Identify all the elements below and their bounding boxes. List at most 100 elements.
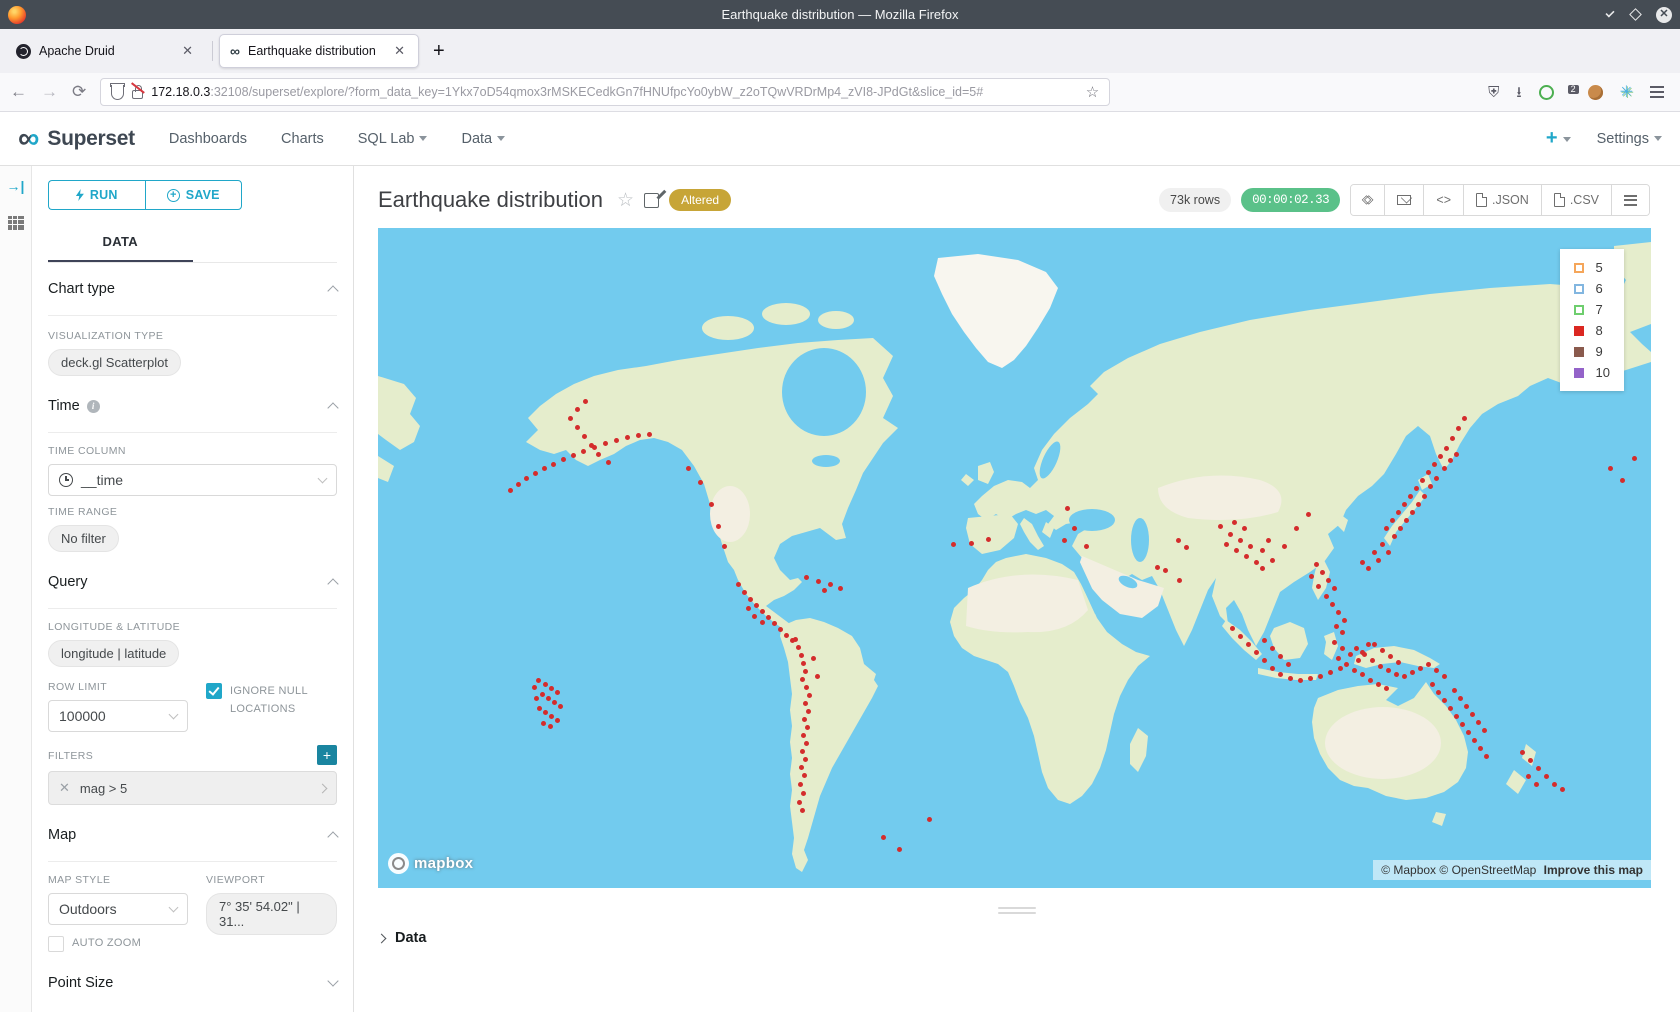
more-options-button[interactable] [1612,185,1649,215]
earthquake-point[interactable] [1309,574,1314,579]
earthquake-point[interactable] [801,733,806,738]
earthquake-point[interactable] [815,674,820,679]
earthquake-point[interactable] [1366,642,1371,647]
share-link-button[interactable]: ⧉ [1351,185,1385,215]
earthquake-point[interactable] [1472,738,1477,743]
viewport-pill[interactable]: 7° 35' 54.02" | 31... [206,893,337,935]
earthquake-point[interactable] [1428,484,1433,489]
edit-properties-icon[interactable] [644,193,659,208]
earthquake-point[interactable] [1318,674,1323,679]
attribution-osm[interactable]: © OpenStreetMap [1439,863,1536,877]
earthquake-point[interactable] [1242,526,1247,531]
tab-apache-druid[interactable]: Apache Druid ✕ [6,34,206,68]
earthquake-point[interactable] [1396,510,1401,515]
earthquake-point[interactable] [1334,624,1339,629]
earthquake-point[interactable] [1422,494,1427,499]
nav-item-dashboards[interactable]: Dashboards [169,131,247,147]
earthquake-point[interactable] [807,693,812,698]
earthquake-point[interactable] [1254,560,1259,565]
earthquake-point[interactable] [1454,714,1459,719]
earthquake-point[interactable] [1450,436,1455,441]
earthquake-point[interactable] [532,685,537,690]
earthquake-point[interactable] [897,847,902,852]
earthquake-point[interactable] [797,800,802,805]
earthquake-point[interactable] [536,678,541,683]
earthquake-point[interactable] [1072,526,1077,531]
row-limit-select[interactable]: 100000 [48,700,188,732]
earthquake-point[interactable] [760,620,765,625]
earthquake-point[interactable] [1526,774,1531,779]
earthquake-point[interactable] [575,425,580,430]
section-header[interactable]: Map [48,827,337,857]
earthquake-point[interactable] [1270,666,1275,671]
earthquake-point[interactable] [546,696,551,701]
earthquake-point[interactable] [1320,570,1325,575]
earthquake-point[interactable] [533,471,538,476]
earthquake-point[interactable] [1426,662,1431,667]
section-header[interactable]: Chart type [48,281,337,311]
menu-icon[interactable] [1650,86,1664,98]
earthquake-point[interactable] [742,590,747,595]
earthquake-point[interactable] [1520,750,1525,755]
attribution-mapbox[interactable]: © Mapbox [1381,863,1436,877]
earthquake-point[interactable] [1176,538,1181,543]
earthquake-point[interactable] [1262,658,1267,663]
earthquake-point[interactable] [1528,758,1533,763]
earthquake-point[interactable] [1432,462,1437,467]
cookie-extension-icon[interactable] [1588,85,1603,100]
attribution-improve[interactable]: Improve this map [1544,863,1643,877]
earthquake-point[interactable] [647,432,652,437]
earthquake-point[interactable] [1360,672,1365,677]
maximize-icon[interactable] [1629,8,1642,21]
earthquake-point[interactable] [798,782,803,787]
earthquake-point[interactable] [636,433,641,438]
tab-data[interactable]: DATA [48,224,193,262]
earthquake-point[interactable] [828,582,833,587]
earthquake-point[interactable] [575,407,580,412]
earthquake-point[interactable] [1534,782,1539,787]
earthquake-point[interactable] [1270,558,1275,563]
data-collapse-row[interactable]: Data [378,930,1656,946]
earthquake-point[interactable] [1336,610,1341,615]
earthquake-point[interactable] [1442,674,1447,679]
section-header[interactable]: Point Size [48,975,337,1005]
earthquake-point[interactable] [1386,668,1391,673]
legend-item[interactable]: 7 [1574,302,1610,317]
earthquake-point[interactable] [1476,720,1481,725]
earthquake-point[interactable] [1436,690,1441,695]
earthquake-point[interactable] [1410,670,1415,675]
earthquake-point[interactable] [1278,672,1283,677]
expand-datasource-icon[interactable]: →| [7,178,25,194]
earthquake-point[interactable] [1294,526,1299,531]
earthquake-point[interactable] [804,685,809,690]
favorite-star-icon[interactable]: ☆ [617,189,634,212]
earthquake-point[interactable] [1462,416,1467,421]
earthquake-point[interactable] [508,488,513,493]
earthquake-point[interactable] [799,765,804,770]
earthquake-point[interactable] [1464,704,1469,709]
earthquake-point[interactable] [1328,670,1333,675]
earthquake-point[interactable] [1384,526,1389,531]
close-icon[interactable]: ✕ [1656,7,1672,23]
earthquake-point[interactable] [1482,728,1487,733]
earthquake-point[interactable] [881,835,886,840]
earthquake-point[interactable] [1370,658,1375,663]
earthquake-point[interactable] [1386,550,1391,555]
legend-item[interactable]: 8 [1574,323,1610,338]
legend-item[interactable]: 6 [1574,281,1610,296]
earthquake-point[interactable] [1434,668,1439,673]
earthquake-point[interactable] [969,541,974,546]
earthquake-point[interactable] [1442,698,1447,703]
nav-item-charts[interactable]: Charts [281,131,324,147]
earthquake-point[interactable] [1270,646,1275,651]
earthquake-point[interactable] [1458,696,1463,701]
earthquake-point[interactable] [1340,630,1345,635]
earthquake-point[interactable] [698,480,703,485]
embed-code-button[interactable]: <> [1424,185,1464,215]
earthquake-point[interactable] [746,606,751,611]
earthquake-point[interactable] [1332,586,1337,591]
earthquake-point[interactable] [1392,534,1397,539]
earthquake-point[interactable] [542,466,547,471]
filter-pill[interactable]: ✕ mag > 5 [48,771,337,805]
earthquake-point[interactable] [1414,486,1419,491]
